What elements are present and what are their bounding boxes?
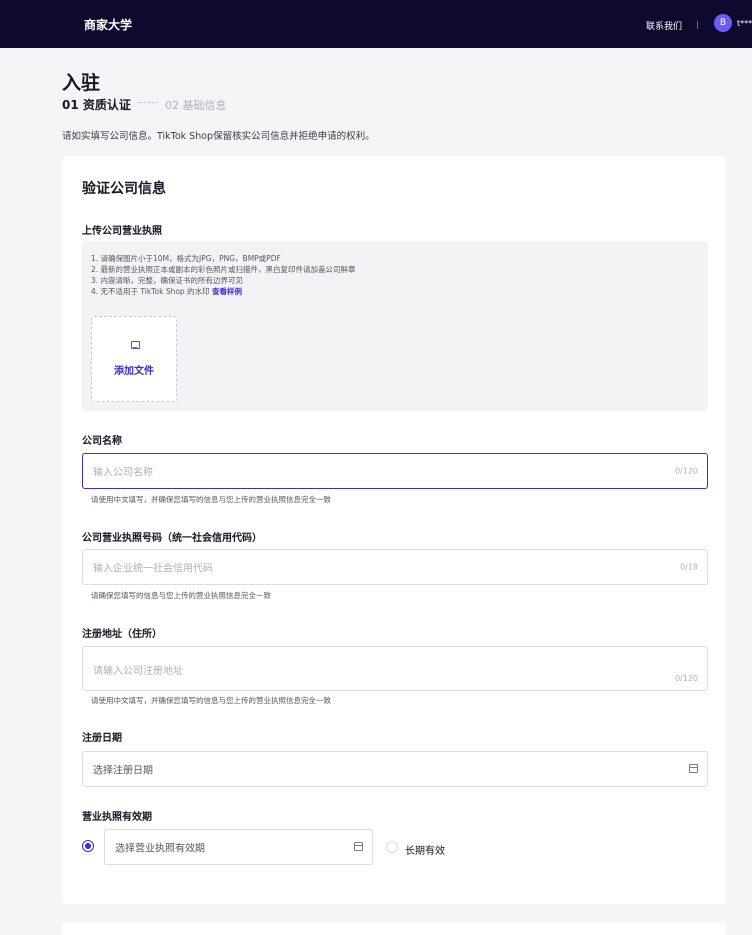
add-file-label: 添加文件	[114, 366, 154, 377]
requirement-4-text: 4. 无不适用于 TikTok Shop 的水印	[91, 287, 210, 296]
validity-date-placeholder: 选择营业执照有效期	[115, 843, 205, 855]
reg-date-picker[interactable]: 选择注册日期	[82, 751, 708, 787]
brand-logo[interactable]: 商家大学	[84, 16, 132, 33]
long-term-radio[interactable]	[386, 841, 398, 853]
validity-label: 营业执照有效期	[82, 812, 152, 823]
page-title: 入驻	[62, 72, 101, 94]
notice-text: 请如实填写公司信息。TikTok Shop保留核实公司信息并拒绝申请的权利。	[62, 131, 375, 142]
license-number-help: 请确保您填写的信息与您上传的营业执照信息完全一致	[91, 591, 271, 600]
top-bar: 商家大学 联系我们 B t***	[0, 0, 752, 48]
address-counter: 0/120	[674, 674, 698, 683]
step-connector	[139, 102, 157, 103]
requirement-3: 3. 内容清晰，完整，确保证书的所有边界可见	[91, 276, 244, 285]
license-number-label: 公司营业执照号码（统一社会信用代码）	[82, 533, 262, 544]
step-qualification: 01 资质认证	[62, 98, 131, 112]
calendar-icon[interactable]	[354, 842, 363, 851]
divider	[697, 21, 698, 29]
company-name-placeholder: 输入公司名称	[93, 467, 153, 479]
calendar-icon[interactable]	[689, 764, 698, 773]
address-placeholder: 请输入公司注册地址	[93, 666, 183, 677]
address-label: 注册地址（住所）	[82, 629, 162, 640]
reg-date-label: 注册日期	[82, 733, 122, 744]
long-term-label[interactable]: 长期有效	[405, 842, 445, 857]
contact-us-link[interactable]: 联系我们	[646, 19, 682, 32]
avatar[interactable]: B	[714, 14, 732, 32]
requirement-4: 4. 无不适用于 TikTok Shop 的水印 查看样例	[91, 286, 242, 297]
user-name[interactable]: t***	[737, 19, 752, 28]
company-name-input[interactable]: 输入公司名称 0/120	[82, 453, 708, 489]
reg-date-placeholder: 选择注册日期	[93, 765, 153, 777]
image-icon	[131, 341, 140, 349]
upload-area: 1. 请确保图片小于10M，格式为JPG，PNG，BMP或PDF 2. 最新的营…	[82, 241, 708, 411]
add-file-button[interactable]: 添加文件	[91, 316, 177, 402]
validity-date-radio[interactable]	[82, 840, 94, 852]
requirement-1: 1. 请确保图片小于10M，格式为JPG，PNG，BMP或PDF	[91, 254, 281, 263]
company-name-label: 公司名称	[82, 436, 122, 447]
license-number-placeholder: 输入企业统一社会信用代码	[93, 563, 213, 575]
card-title: 验证公司信息	[82, 181, 166, 197]
company-info-card: 验证公司信息 上传公司营业执照 1. 请确保图片小于10M，格式为JPG，PNG…	[62, 156, 726, 904]
company-name-counter: 0/120	[674, 466, 698, 476]
license-number-counter: 0/18	[680, 562, 698, 572]
requirement-2: 2. 最新的营业执照正本或副本的彩色照片或扫描件，黑白复印件请加盖公司鲜章	[91, 265, 356, 274]
license-number-input[interactable]: 输入企业统一社会信用代码 0/18	[82, 549, 708, 585]
company-name-help: 请使用中文填写，并确保您填写的信息与您上传的营业执照信息完全一致	[91, 495, 331, 504]
address-textarea[interactable]: 请输入公司注册地址 0/120	[82, 646, 708, 691]
address-help: 请使用中文填写，并确保您填写的信息与您上传的营业执照信息完全一致	[91, 696, 331, 705]
view-sample-link[interactable]: 查看样例	[212, 287, 242, 296]
license-upload-label: 上传公司营业执照	[82, 226, 162, 237]
next-section-card	[62, 922, 726, 935]
validity-date-picker[interactable]: 选择营业执照有效期	[104, 829, 373, 865]
step-basic-info: 02 基础信息	[165, 99, 227, 112]
